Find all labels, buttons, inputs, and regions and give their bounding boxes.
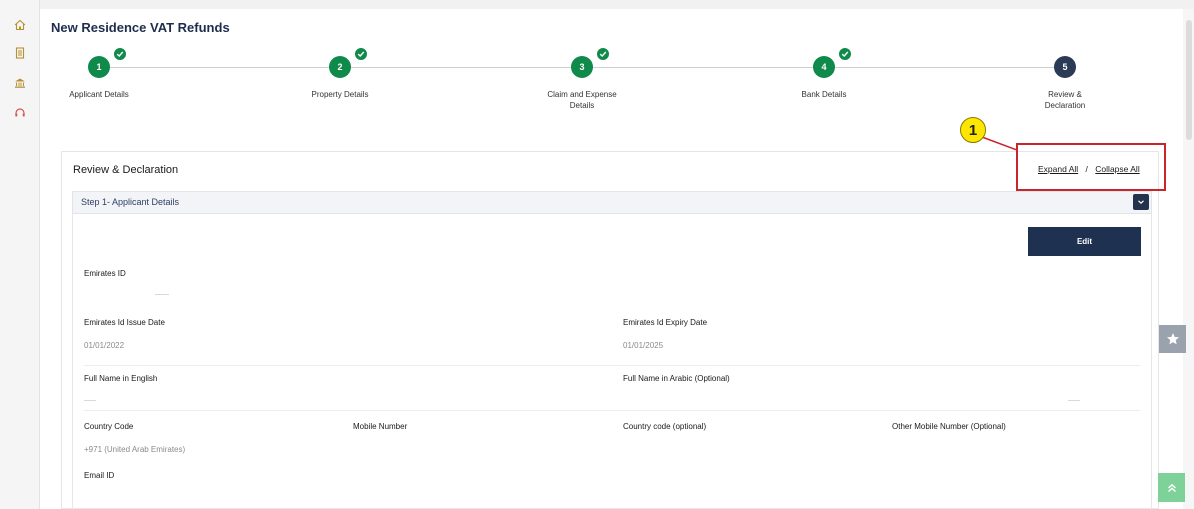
step-5-circle[interactable]: 5 bbox=[1054, 56, 1076, 78]
check-icon bbox=[354, 47, 368, 61]
row-divider bbox=[84, 410, 1140, 411]
top-strip bbox=[40, 0, 1194, 9]
step-connector bbox=[834, 67, 1055, 68]
collapse-all-link[interactable]: Collapse All bbox=[1095, 164, 1139, 174]
annotation-marker: 1 bbox=[960, 117, 986, 143]
step-2-label: Property Details bbox=[311, 90, 369, 99]
chevron-down-icon[interactable] bbox=[1133, 194, 1149, 210]
field-label: Emirates Id Issue Date bbox=[84, 318, 165, 327]
row-divider bbox=[84, 365, 1140, 366]
step-5-label: Review & Declaration bbox=[1044, 90, 1086, 110]
step-2-circle[interactable]: 2 bbox=[329, 56, 351, 78]
bank-icon[interactable] bbox=[12, 75, 28, 91]
step-connector bbox=[592, 67, 815, 68]
double-chevron-up-icon bbox=[1167, 483, 1176, 492]
favorite-star-button[interactable] bbox=[1159, 325, 1186, 353]
field-label: Full Name in Arabic (Optional) bbox=[623, 374, 730, 383]
field-label: Emirates Id Expiry Date bbox=[623, 318, 708, 327]
step-3-label: Claim and Expense Details bbox=[547, 90, 617, 110]
field-label: Emirates ID bbox=[84, 269, 126, 278]
left-icon-rail bbox=[0, 0, 40, 509]
home-icon[interactable] bbox=[12, 17, 28, 33]
field-value: +971 (United Arab Emirates) bbox=[84, 445, 186, 454]
accordion-body bbox=[72, 214, 1152, 509]
redacted-value bbox=[1068, 400, 1080, 401]
field-value: 01/01/2022 bbox=[84, 341, 125, 350]
redacted-value bbox=[155, 294, 169, 295]
page-title: New Residence VAT Refunds bbox=[51, 20, 230, 35]
check-icon bbox=[113, 47, 127, 61]
field-value: 01/01/2025 bbox=[623, 341, 664, 350]
annotation-leader-line bbox=[981, 136, 1018, 151]
step-4-circle[interactable]: 4 bbox=[813, 56, 835, 78]
redacted-value bbox=[84, 400, 96, 401]
accordion-header-step-1[interactable] bbox=[72, 191, 1152, 214]
step-3-circle[interactable]: 3 bbox=[571, 56, 593, 78]
document-icon[interactable] bbox=[12, 45, 28, 61]
step-1-circle[interactable]: 1 bbox=[88, 56, 110, 78]
step-connector bbox=[109, 67, 331, 68]
scroll-to-top-button[interactable] bbox=[1158, 473, 1185, 502]
step-connector bbox=[350, 67, 573, 68]
headset-icon[interactable] bbox=[12, 105, 28, 121]
separator: / bbox=[1085, 164, 1088, 174]
step-1-label: Applicant Details bbox=[69, 90, 129, 99]
field-label: Email ID bbox=[84, 471, 115, 480]
field-label: Country code (optional) bbox=[623, 422, 707, 431]
check-icon bbox=[596, 47, 610, 61]
field-label: Mobile Number bbox=[353, 422, 408, 431]
field-label: Full Name in English bbox=[84, 374, 158, 383]
star-icon bbox=[1166, 333, 1179, 345]
page-scrollbar-thumb[interactable] bbox=[1186, 20, 1192, 140]
expand-collapse-controls: Expand All / Collapse All bbox=[1038, 164, 1140, 174]
edit-button[interactable]: Edit bbox=[1028, 227, 1141, 256]
check-icon bbox=[838, 47, 852, 61]
field-label: Country Code bbox=[84, 422, 134, 431]
vat-refund-page: New Residence VAT Refunds 1 Applicant De… bbox=[0, 0, 1194, 509]
accordion-title: Step 1- Applicant Details bbox=[81, 197, 180, 207]
expand-all-link[interactable]: Expand All bbox=[1038, 164, 1078, 174]
review-title: Review & Declaration bbox=[73, 164, 179, 176]
step-4-label: Bank Details bbox=[801, 90, 847, 99]
field-label: Other Mobile Number (Optional) bbox=[892, 422, 1006, 431]
